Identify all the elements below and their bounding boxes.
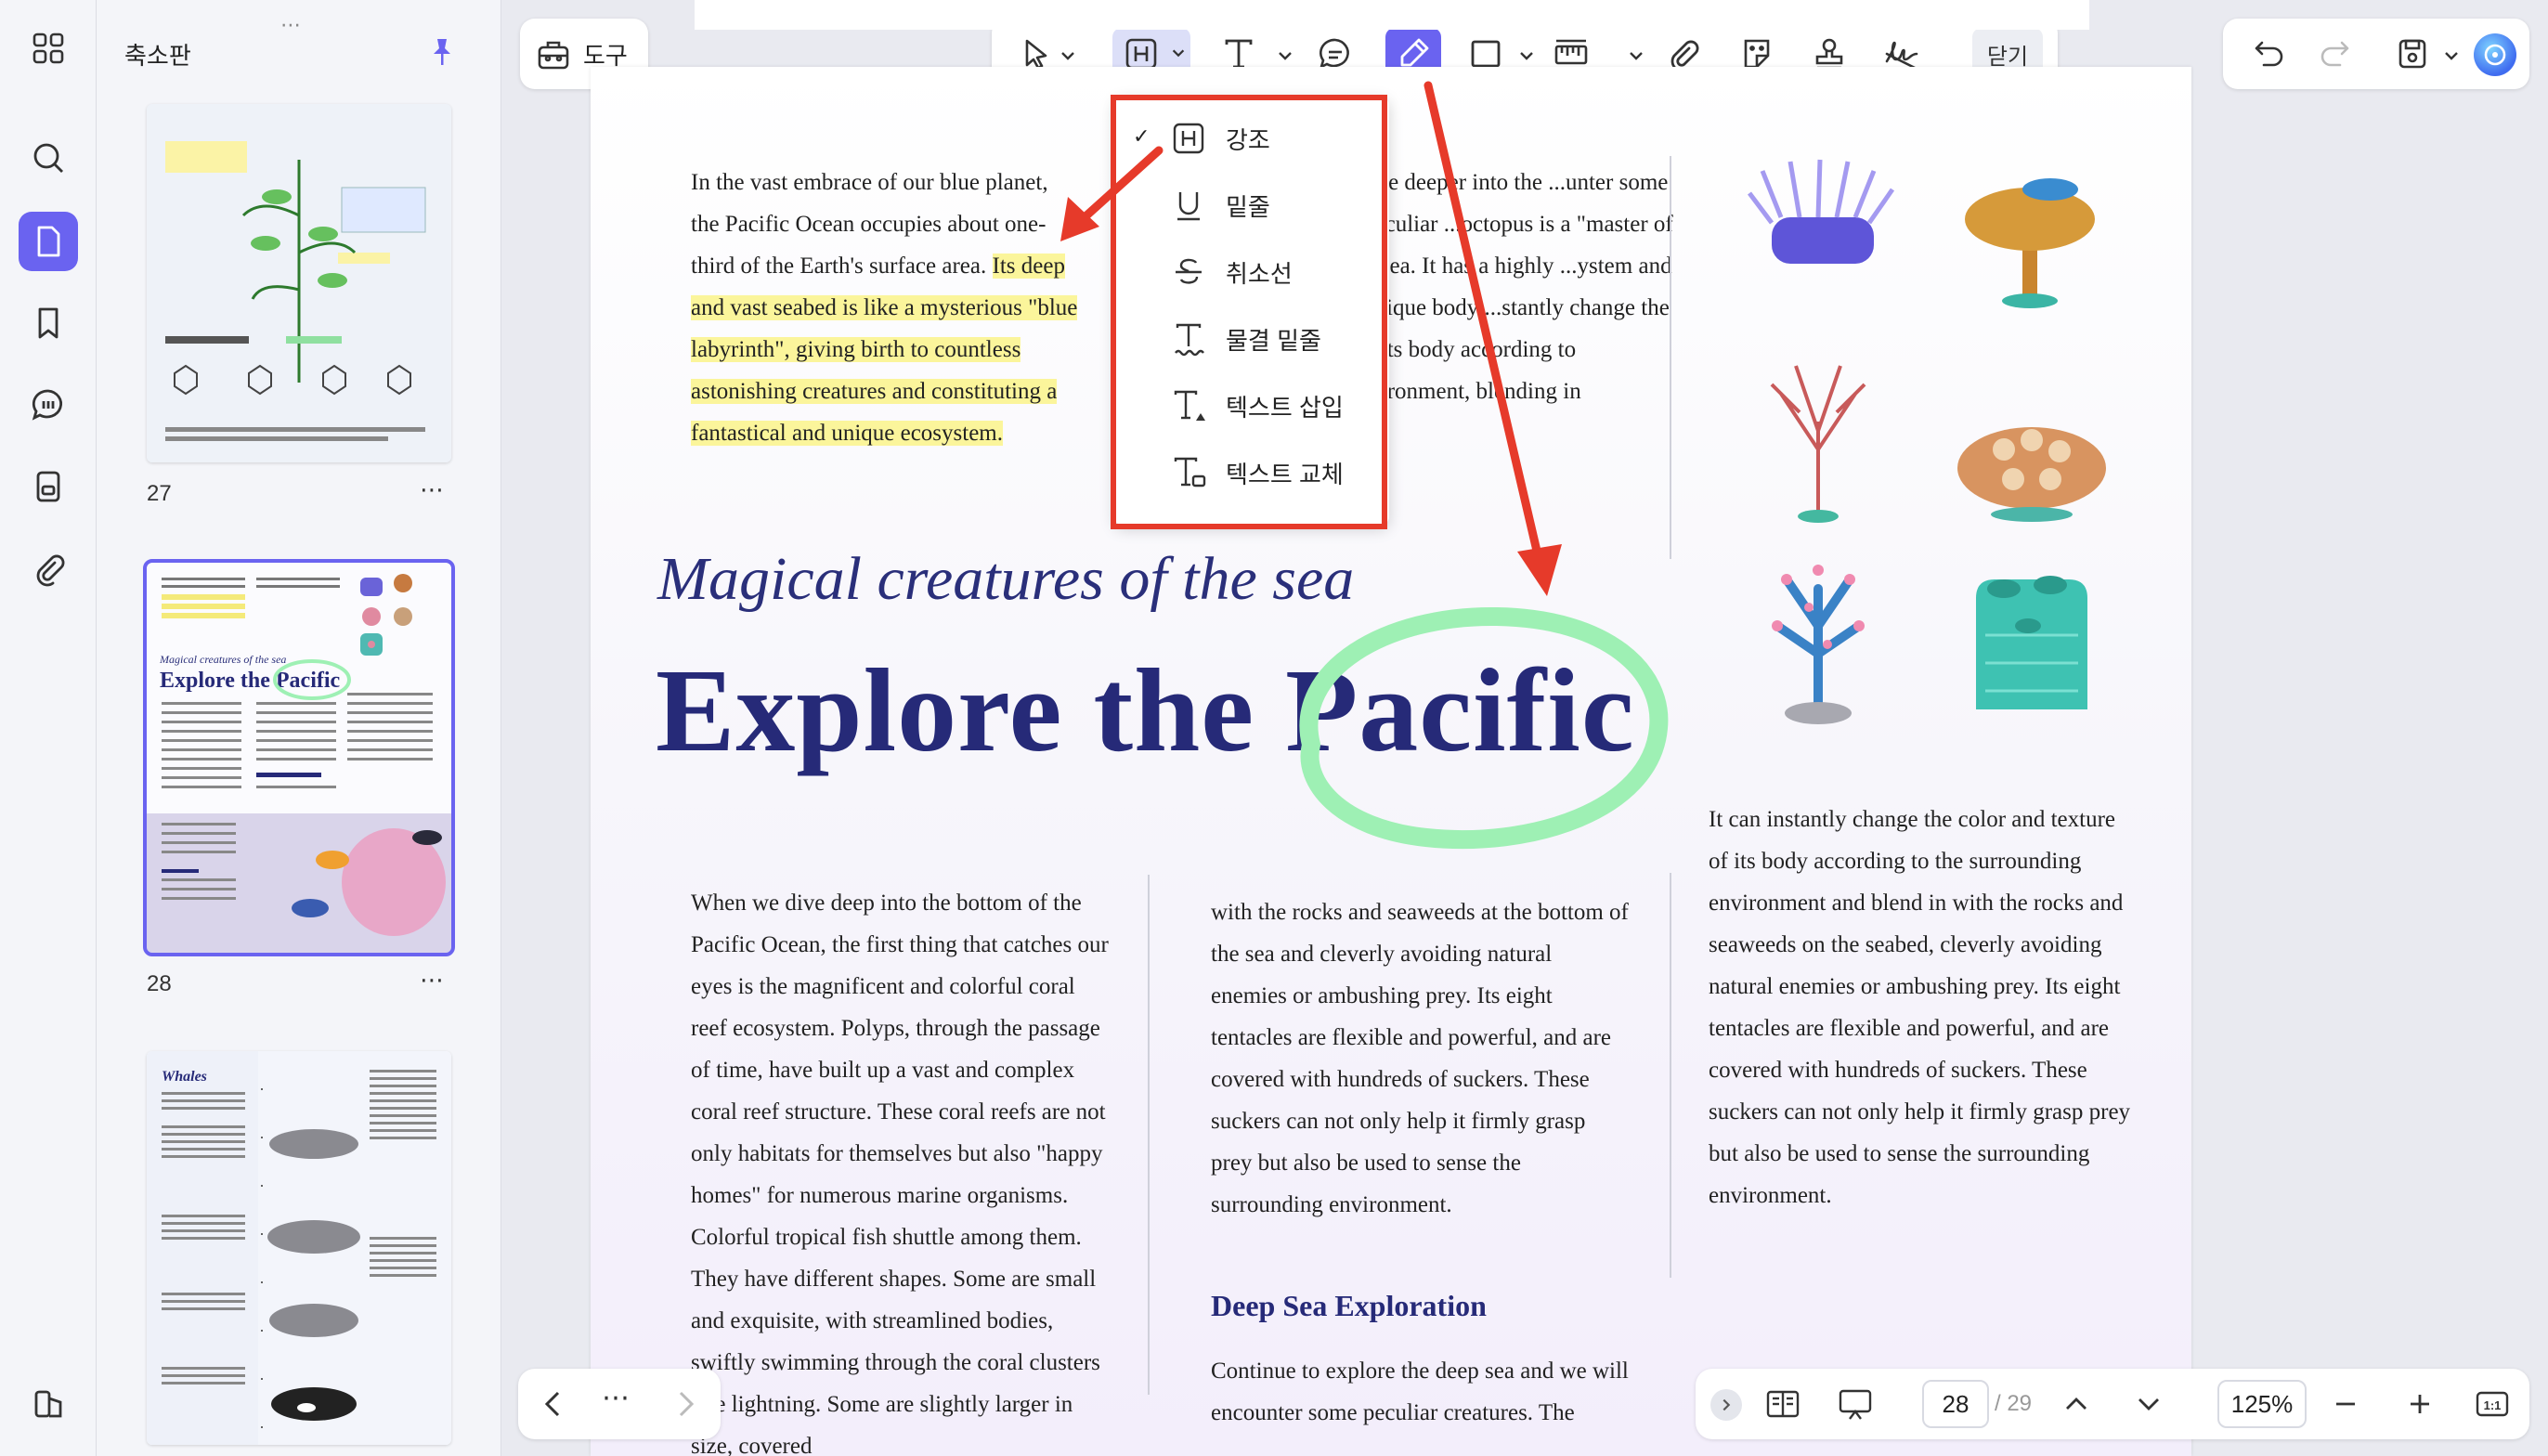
left-rail xyxy=(0,0,97,1456)
green-ink-ellipse[interactable] xyxy=(1274,596,1673,875)
blue-pink-coral-image xyxy=(1772,565,1865,724)
thumbnail-page-29[interactable]: Whales xyxy=(147,1051,451,1445)
highlighted-text: Its deep and vast seabed is like a myste… xyxy=(691,254,1078,446)
thumbnails-button[interactable] xyxy=(19,212,78,271)
zoom-out-icon[interactable] xyxy=(2327,1385,2364,1423)
subtitle: Magical creatures of the sea xyxy=(657,545,1355,613)
actual-size-icon[interactable]: 1:1 xyxy=(2474,1385,2511,1423)
layers-icon xyxy=(34,1390,62,1418)
comments-button[interactable] xyxy=(19,375,78,435)
thumbnail-page-number: 27 xyxy=(147,481,172,506)
orange-coral-image xyxy=(1965,178,2095,308)
page-navigation-bar: 28 / 29 125% 1:1 xyxy=(1696,1369,2529,1439)
paperclip-icon xyxy=(36,554,65,587)
thumbnail-page-number: 28 xyxy=(147,971,172,996)
bottom-nav-pill: ⋯ xyxy=(518,1369,721,1439)
thumbnail-title: Whales xyxy=(162,1069,207,1085)
thumbnail-page-28[interactable]: Magical creatures of the sea Explore the… xyxy=(143,559,455,956)
chevron-left-icon[interactable] xyxy=(535,1385,572,1423)
red-annotation-box xyxy=(1111,95,1387,529)
more-options-button[interactable]: ⋯ xyxy=(602,1382,630,1414)
forms-button[interactable] xyxy=(19,457,78,516)
thumbnail-28-preview: Magical creatures of the sea Explore the… xyxy=(147,563,451,953)
chevron-right-icon[interactable] xyxy=(667,1385,704,1423)
chevron-down-icon[interactable] xyxy=(1276,46,1294,65)
bookmarks-button[interactable] xyxy=(19,293,78,353)
search-button[interactable] xyxy=(19,128,78,188)
pin-icon[interactable] xyxy=(425,35,459,69)
thumbnail-panel: ⋯ 축소판 27 ⋯ Magical creatures of the sea xyxy=(97,0,501,1456)
form-icon xyxy=(36,471,60,502)
save-icon xyxy=(2398,39,2426,69)
chevron-down-icon[interactable] xyxy=(2130,1385,2167,1423)
chevron-down-icon[interactable] xyxy=(1627,46,1645,65)
column1-bottom-paragraph: When we dive deep into the bottom of the… xyxy=(691,890,1109,1456)
current-page-input[interactable]: 28 xyxy=(1922,1380,1989,1428)
undo-icon xyxy=(2255,41,2283,67)
presentation-icon[interactable] xyxy=(1837,1385,1874,1423)
mushroom-coral-image xyxy=(1957,427,2106,522)
column-divider xyxy=(1148,875,1150,1395)
zoom-in-icon[interactable] xyxy=(2401,1385,2438,1423)
apps-grid-button[interactable] xyxy=(19,19,78,78)
previous-page-edge xyxy=(695,0,2089,30)
chevron-up-icon[interactable] xyxy=(2058,1385,2095,1423)
bookmark-icon xyxy=(38,307,58,339)
column-divider xyxy=(1670,156,1671,559)
attachments-button[interactable] xyxy=(19,539,78,598)
section-heading: Deep Sea Exploration xyxy=(1211,1289,1487,1322)
chevron-right-icon xyxy=(1722,1398,1731,1411)
ai-assistant-icon xyxy=(2484,44,2506,66)
tools-label: 도구 xyxy=(583,41,628,70)
search-icon xyxy=(33,143,63,173)
save-button[interactable] xyxy=(2385,28,2440,80)
zoom-level[interactable]: 125% xyxy=(2217,1380,2307,1428)
grid-icon xyxy=(32,32,64,64)
section-paragraph: Continue to explore the deep sea and we … xyxy=(1211,1358,1629,1425)
collapse-bar-button[interactable] xyxy=(1710,1389,1742,1421)
thumbnail-more-button[interactable]: ⋯ xyxy=(420,475,446,504)
toolbox-icon xyxy=(538,41,569,70)
chevron-down-icon[interactable] xyxy=(1059,46,1077,65)
undo-button[interactable] xyxy=(2242,28,2297,80)
ai-assistant-button[interactable] xyxy=(2474,33,2516,76)
right-toolbar xyxy=(2223,19,2529,89)
thumbnail-27-preview xyxy=(147,104,451,462)
thumbnail-title: Explore the Pacific xyxy=(160,669,341,693)
red-sea-fan-image xyxy=(1770,365,1866,523)
total-pages: / 29 xyxy=(1995,1391,2033,1416)
chevron-down-icon[interactable] xyxy=(1517,46,1536,65)
thumbnail-page-27[interactable] xyxy=(147,104,451,462)
redo-icon xyxy=(2320,41,2349,67)
coral-images xyxy=(1748,159,2106,724)
column2-bottom-paragraph: with the rocks and seaweeds at the botto… xyxy=(1211,900,1629,1217)
svg-text:Magical creatures of the sea: Magical creatures of the sea xyxy=(159,653,286,666)
two-page-view-icon[interactable] xyxy=(1764,1385,1801,1423)
panel-grip-handle[interactable]: ⋯ xyxy=(280,13,305,37)
column3-paragraph: It can instantly change the color and te… xyxy=(1709,807,2131,1208)
thumbnail-panel-title: 축소판 xyxy=(124,42,191,70)
redo-button[interactable] xyxy=(2307,28,2362,80)
chevron-down-icon[interactable] xyxy=(2442,46,2461,65)
page-icon xyxy=(37,226,60,257)
purple-anemone-image xyxy=(1748,159,1895,264)
thumbnail-29-preview: Whales xyxy=(147,1051,451,1445)
column2-top-paragraph: ...re deeper into the ...unter some pecu… xyxy=(1363,170,1673,404)
teal-tube-coral-image xyxy=(1976,576,2087,709)
comment-icon xyxy=(32,389,63,421)
document-page: In the vast embrace of our blue planet, … xyxy=(591,67,2191,1456)
column-divider xyxy=(1670,873,1671,1278)
column1-paragraph: In the vast embrace of our blue planet, … xyxy=(691,162,1081,454)
sidebar-layout-button[interactable] xyxy=(19,1374,78,1434)
svg-text:1:1: 1:1 xyxy=(2484,1398,2502,1412)
chevron-down-icon xyxy=(1172,49,1185,58)
thumbnail-more-button[interactable]: ⋯ xyxy=(420,966,446,994)
